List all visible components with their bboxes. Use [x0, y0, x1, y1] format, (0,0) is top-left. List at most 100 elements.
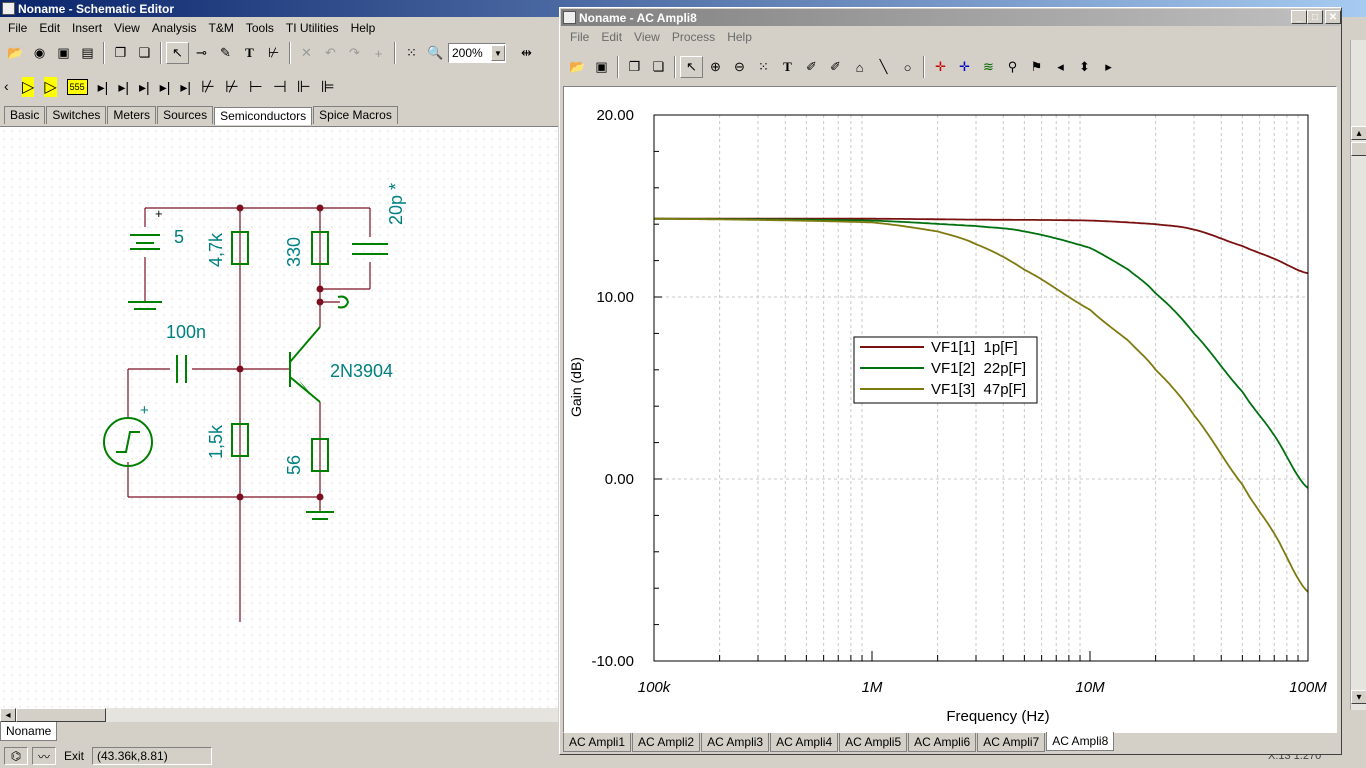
opamp-icon[interactable]: ▷ — [22, 77, 35, 97]
tab-spice-macros[interactable]: Spice Macros — [313, 106, 398, 124]
chevron-down-icon[interactable]: ▼ — [491, 45, 505, 61]
wire-icon[interactable]: ⊸ — [190, 42, 213, 64]
tab-ac-ampli2[interactable]: AC Ampli2 — [632, 733, 701, 752]
cursor-b-icon[interactable]: ✛ — [953, 56, 976, 78]
timer-555-icon[interactable]: 555 — [66, 79, 88, 95]
pnp-icon[interactable]: ⊬ — [225, 77, 239, 97]
schottky-icon[interactable]: ▸| — [160, 79, 171, 96]
diode-icon[interactable]: ▸| — [98, 79, 109, 96]
tab-sources[interactable]: Sources — [157, 106, 214, 124]
analysis-menu-process[interactable]: Process — [666, 30, 721, 44]
jfet-icon[interactable]: ⊢ — [249, 77, 263, 97]
pencil-icon[interactable]: ✎ — [214, 42, 237, 64]
menu-help[interactable]: Help — [345, 21, 382, 35]
analysis-menu-edit[interactable]: Edit — [595, 30, 628, 44]
status-chart-icon[interactable]: 〰 — [32, 747, 56, 765]
line-icon[interactable]: ╲ — [872, 56, 895, 78]
minimize-button[interactable]: _ — [1291, 10, 1307, 24]
editor-vertical-scrollbar[interactable]: ▴ ▾ — [1350, 40, 1366, 710]
status-tool-icon[interactable]: ⌬ — [4, 747, 28, 765]
menu-view[interactable]: View — [108, 21, 146, 35]
tab-basic[interactable]: Basic — [4, 106, 46, 124]
save-icon[interactable]: ▣ — [52, 42, 75, 64]
tab-ac-ampli8[interactable]: AC Ampli8 — [1046, 732, 1115, 751]
scroll-down-icon[interactable]: ▾ — [1351, 690, 1366, 704]
copy-icon[interactable]: ❐ — [623, 56, 646, 78]
menu-analysis[interactable]: Analysis — [146, 21, 203, 35]
curves-icon[interactable]: ≋ — [977, 56, 1000, 78]
zoom-select[interactable]: 200% ▼ — [448, 43, 506, 63]
pointer-icon[interactable]: ↖ — [166, 42, 189, 64]
axis-icon[interactable]: ⌂ — [848, 56, 871, 78]
cursor-a-icon[interactable]: ✛ — [929, 56, 952, 78]
tab-semiconductors[interactable]: Semiconductors — [214, 107, 313, 125]
tab-noname[interactable]: Noname — [0, 722, 58, 741]
jfet-p-icon[interactable]: ⊣ — [273, 77, 287, 97]
text-icon[interactable]: T — [238, 42, 261, 64]
arrow-updown-icon[interactable]: ⬍ — [1073, 56, 1096, 78]
open-icon[interactable]: ▤ — [76, 42, 99, 64]
analysis-menu-file[interactable]: File — [564, 30, 595, 44]
zoom-icon[interactable]: 🔍 — [424, 42, 447, 64]
menu-file[interactable]: File — [2, 21, 33, 35]
open-folder-icon[interactable]: 📂 — [4, 42, 27, 64]
zoom-in-icon[interactable]: ⊕ — [704, 56, 727, 78]
measure-icon[interactable]: ⊬ — [262, 42, 285, 64]
grid-icon[interactable]: ⁙ — [752, 56, 775, 78]
node-icon[interactable]: + — [367, 42, 390, 64]
pointer-icon[interactable]: ↖ — [680, 56, 703, 78]
open-folder-icon[interactable]: 📂 — [566, 56, 589, 78]
scroll-left-icon[interactable]: ‹ — [4, 78, 9, 94]
menu-tm[interactable]: T&M — [203, 21, 240, 35]
pen-alt-icon[interactable]: ✐ — [824, 56, 847, 78]
arrow-right-icon[interactable]: ▸ — [1097, 56, 1120, 78]
comparator-icon[interactable]: ▷ — [44, 77, 57, 97]
scroll-left-icon[interactable]: ◂ — [0, 708, 16, 722]
npn-icon[interactable]: ⊬ — [201, 77, 215, 97]
delete-icon[interactable]: ✕ — [295, 42, 318, 64]
mosfet-icon[interactable]: ⊩ — [297, 77, 311, 97]
tab-meters[interactable]: Meters — [107, 106, 157, 124]
analysis-menu-view[interactable]: View — [628, 30, 666, 44]
paste-icon[interactable]: ❏ — [133, 42, 156, 64]
zoom-out-icon[interactable]: ⊖ — [728, 56, 751, 78]
circle-icon[interactable]: ○ — [896, 56, 919, 78]
tab-ac-ampli3[interactable]: AC Ampli3 — [701, 733, 770, 752]
analysis-menu-help[interactable]: Help — [721, 30, 758, 44]
scroll-thumb[interactable] — [1351, 142, 1366, 156]
globe-icon[interactable]: ◉ — [28, 42, 51, 64]
arrow-left-icon[interactable]: ◂ — [1049, 56, 1072, 78]
schematic-canvas[interactable]: 5 4,7k 330 20p * 100n 2N3904 1,5k 56 + + — [0, 126, 558, 708]
tab-ac-ampli7[interactable]: AC Ampli7 — [977, 733, 1046, 752]
grid-icon[interactable]: ⁙ — [400, 42, 423, 64]
paste-icon[interactable]: ❏ — [647, 56, 670, 78]
tab-ac-ampli5[interactable]: AC Ampli5 — [839, 733, 908, 752]
flag-icon[interactable]: ⚑ — [1025, 56, 1048, 78]
exit-button[interactable]: Exit — [60, 748, 88, 764]
copy-icon[interactable]: ❐ — [109, 42, 132, 64]
mosfet-p-icon[interactable]: ⊫ — [321, 77, 335, 97]
text-icon[interactable]: T — [776, 56, 799, 78]
tab-ac-ampli4[interactable]: AC Ampli4 — [770, 733, 839, 752]
flip-icon[interactable]: ⇹ — [515, 42, 538, 64]
editor-horizontal-scrollbar[interactable]: ◂ — [0, 708, 558, 722]
diagram-area[interactable]: 20.00 10.00 0.00 -10.00 100k 1M 10M 100M Gain (… — [563, 86, 1337, 733]
zener-icon[interactable]: ▸| — [118, 79, 129, 96]
scroll-up-icon[interactable]: ▴ — [1351, 126, 1366, 140]
maximize-button[interactable]: □ — [1307, 10, 1323, 24]
pen-icon[interactable]: ✐ — [800, 56, 823, 78]
save-icon[interactable]: ▣ — [590, 56, 613, 78]
menu-edit[interactable]: Edit — [33, 21, 66, 35]
tab-ac-ampli1[interactable]: AC Ampli1 — [563, 733, 632, 752]
menu-ti-utilities[interactable]: TI Utilities — [280, 21, 345, 35]
close-button[interactable]: ✕ — [1325, 10, 1341, 24]
redo-icon[interactable]: ↷ — [343, 42, 366, 64]
menu-tools[interactable]: Tools — [240, 21, 280, 35]
scroll-thumb[interactable] — [16, 708, 106, 722]
led-icon[interactable]: ▸| — [139, 79, 150, 96]
tab-switches[interactable]: Switches — [46, 106, 107, 124]
probe-icon[interactable]: ⚲ — [1001, 56, 1024, 78]
tab-ac-ampli6[interactable]: AC Ampli6 — [908, 733, 977, 752]
varactor-icon[interactable]: ▸| — [180, 79, 191, 96]
undo-icon[interactable]: ↶ — [319, 42, 342, 64]
